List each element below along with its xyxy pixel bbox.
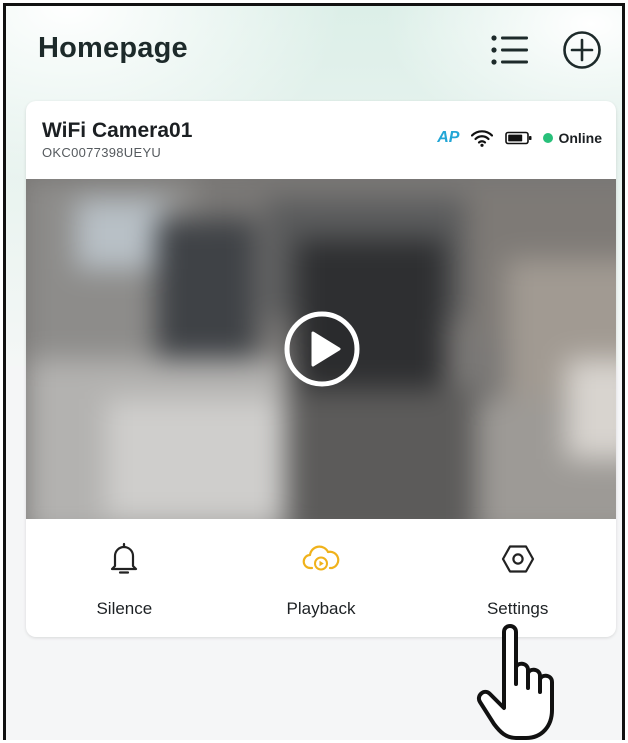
plus-circle-icon bbox=[563, 31, 601, 69]
hand-pointer-icon bbox=[477, 624, 554, 740]
camera-preview[interactable] bbox=[26, 179, 616, 519]
camera-status-row: AP Online bbox=[437, 129, 602, 147]
cloud-playback-icon bbox=[301, 539, 341, 579]
hexagon-settings-icon bbox=[498, 539, 538, 579]
settings-label: Settings bbox=[486, 599, 549, 618]
page-title: Homepage bbox=[38, 32, 188, 64]
app-frame: Homepage WiFi Camera01 OKC0077398UEYU AP bbox=[3, 3, 625, 740]
camera-card[interactable]: WiFi Camera01 OKC0077398UEYU AP Online S… bbox=[26, 101, 616, 637]
battery-icon bbox=[505, 131, 533, 145]
play-icon[interactable] bbox=[283, 310, 361, 388]
camera-name: WiFi Camera01 bbox=[42, 119, 193, 142]
online-status-dot bbox=[543, 133, 554, 143]
device-list-button[interactable] bbox=[488, 28, 532, 72]
add-device-button[interactable] bbox=[560, 28, 604, 72]
silence-button[interactable]: Silence bbox=[26, 519, 223, 637]
wifi-icon bbox=[471, 129, 494, 147]
online-status-label: Online bbox=[558, 130, 602, 146]
silence-label: Silence bbox=[96, 599, 153, 618]
list-icon bbox=[491, 35, 528, 65]
camera-serial: OKC0077398UEYU bbox=[42, 145, 162, 160]
ap-mode-badge: AP bbox=[437, 129, 460, 146]
playback-button[interactable]: Playback bbox=[223, 519, 420, 637]
bell-icon bbox=[104, 539, 144, 579]
playback-label: Playback bbox=[286, 599, 356, 618]
top-bar: Homepage bbox=[6, 6, 622, 98]
